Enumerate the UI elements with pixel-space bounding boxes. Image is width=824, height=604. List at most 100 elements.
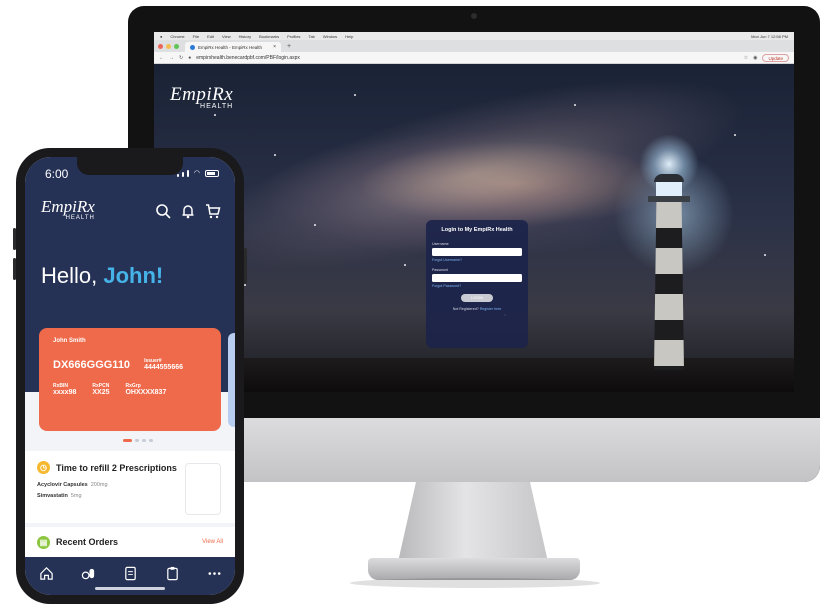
app-logo: EmpiRx HEALTH xyxy=(41,197,95,221)
lock-icon: ● xyxy=(188,54,192,61)
new-tab-icon[interactable]: + xyxy=(287,42,291,52)
register-prompt: Not Registered? Register here xyxy=(432,307,522,311)
more-icon[interactable] xyxy=(207,566,222,581)
password-input[interactable] xyxy=(432,274,522,282)
menu-tab[interactable]: Tab xyxy=(308,34,314,39)
card-member-id: DX666GGG110 xyxy=(53,359,131,371)
member-id-card[interactable]: John Smith DX666GGG110 Issuer# 444455566… xyxy=(39,328,221,431)
close-window-button[interactable] xyxy=(158,43,163,49)
next-card-peek[interactable] xyxy=(228,333,235,427)
menu-chrome[interactable]: Chrome xyxy=(170,34,184,39)
stand-shadow xyxy=(350,578,600,588)
camera-dot xyxy=(471,13,477,19)
profile-icon[interactable]: ◉ xyxy=(753,55,757,61)
app-logo-wordmark: EmpiRx xyxy=(41,197,95,216)
refill-title: Time to refill 2 Prescriptions xyxy=(56,462,177,473)
search-icon[interactable] xyxy=(155,203,171,219)
login-panel: Login to My EmpiRx Health Username Forgo… xyxy=(426,220,528,348)
clipboard-icon[interactable] xyxy=(165,566,180,581)
close-tab-icon[interactable]: × xyxy=(273,44,276,50)
product-showcase: ● Chrome File Edit View History Bookmark… xyxy=(0,0,824,604)
rxbin-value: xxxx98 xyxy=(53,389,77,396)
zoom-window-button[interactable] xyxy=(174,43,179,49)
pager-dot[interactable] xyxy=(149,439,153,442)
clock-icon: ◷ xyxy=(37,461,50,474)
bell-icon[interactable] xyxy=(180,203,196,219)
orders-icon: ▤ xyxy=(37,535,50,549)
phone-screen: 6:00 ◠ EmpiRx HEALTH Hello, John! John S… xyxy=(25,157,235,595)
back-icon[interactable]: ← xyxy=(159,55,164,61)
prescription-name: Acyclovir Capsules xyxy=(37,482,88,488)
user-name: John! xyxy=(103,263,164,288)
browser-tabbar: EmpiRx Health - EmpiRx Health × + xyxy=(154,40,794,52)
window-controls xyxy=(158,40,179,52)
wifi-icon: ◠ xyxy=(193,170,200,177)
volume-up-button xyxy=(13,228,16,250)
refill-reminder[interactable]: ◷ Time to refill 2 Prescriptions Acyclov… xyxy=(25,451,235,523)
forgot-username-link[interactable]: Forgot Username? xyxy=(432,258,522,262)
prescription-dose: 5mg xyxy=(70,493,82,499)
pager-dot[interactable] xyxy=(142,439,146,442)
empirx-logo[interactable]: EmpiRx HEALTH xyxy=(170,84,233,110)
monitor-screen: ● Chrome File Edit View History Bookmark… xyxy=(154,32,794,392)
username-label: Username xyxy=(432,242,449,246)
mac-menubar: ● Chrome File Edit View History Bookmark… xyxy=(154,32,794,40)
menu-view[interactable]: View xyxy=(222,34,231,39)
browser-tab[interactable]: EmpiRx Health - EmpiRx Health × xyxy=(185,42,281,52)
status-icons: ◠ xyxy=(176,169,219,177)
pager-dot-active[interactable] xyxy=(123,439,132,442)
phone-notch xyxy=(77,157,183,175)
status-time: 6:00 xyxy=(45,167,69,181)
header-actions xyxy=(155,203,221,219)
menu-bookmarks[interactable]: Bookmarks xyxy=(259,34,279,39)
pills-icon[interactable] xyxy=(81,566,96,581)
menubar-clock: Mon Jun 7 12:58 PM xyxy=(751,33,788,39)
forgot-password-link[interactable]: Forgot Password? xyxy=(432,284,522,288)
forward-icon[interactable]: → xyxy=(169,55,174,61)
battery-icon xyxy=(205,170,219,177)
login-page: EmpiRx HEALTH Login to My EmpiRx Health … xyxy=(154,64,794,392)
login-title: Login to My EmpiRx Health xyxy=(441,227,513,233)
view-all-link[interactable]: View All xyxy=(202,539,223,545)
menu-help[interactable]: Help xyxy=(345,34,353,39)
menu-history[interactable]: History xyxy=(239,34,251,39)
lighthouse-image xyxy=(634,134,704,392)
update-button[interactable]: Update xyxy=(762,53,789,62)
pill-bottle-icon xyxy=(185,463,221,515)
rxpcn-value: XX25 xyxy=(92,389,110,396)
pager-dot[interactable] xyxy=(135,439,139,442)
card-member-name: John Smith xyxy=(53,338,86,344)
menu-profiles[interactable]: Profiles xyxy=(287,34,300,39)
home-indicator[interactable] xyxy=(95,587,165,590)
greeting: Hello, John! xyxy=(41,263,163,289)
rxgrp-value: OHXXXX837 xyxy=(125,389,167,396)
document-icon[interactable] xyxy=(123,566,138,581)
bookmark-star-icon[interactable]: ☆ xyxy=(744,55,748,61)
monitor-stand-neck xyxy=(398,482,548,562)
power-button xyxy=(244,248,247,284)
register-link[interactable]: Register here xyxy=(480,307,502,311)
apple-icon[interactable]: ● xyxy=(160,34,162,39)
card-pager xyxy=(123,439,153,442)
menu-file[interactable]: File xyxy=(193,34,199,39)
login-button[interactable]: LOGIN xyxy=(461,294,493,302)
menu-edit[interactable]: Edit xyxy=(207,34,214,39)
not-registered-text: Not Registered? xyxy=(452,307,479,311)
menu-window[interactable]: Window xyxy=(323,34,337,39)
minimize-window-button[interactable] xyxy=(166,43,171,49)
home-icon[interactable] xyxy=(39,566,54,581)
password-label: Password xyxy=(432,268,448,272)
issuer-value: 4444555666 xyxy=(144,364,183,371)
reload-icon[interactable]: ↻ xyxy=(179,55,183,61)
url-field[interactable]: empirxhealth.benecardpbf.com/PBF/login.a… xyxy=(196,55,738,61)
smartphone: 6:00 ◠ EmpiRx HEALTH Hello, John! John S… xyxy=(13,148,247,604)
cart-icon[interactable] xyxy=(205,203,221,219)
address-bar: ← → ↻ ● empirxhealth.benecardpbf.com/PBF… xyxy=(154,52,794,64)
username-input[interactable] xyxy=(432,248,522,256)
signal-icon xyxy=(176,174,179,177)
favicon-icon xyxy=(190,44,195,50)
monitor-stand-foot xyxy=(368,558,580,580)
greeting-text: Hello, xyxy=(41,263,98,288)
recent-orders-title: Recent Orders xyxy=(56,537,119,547)
prescription-dose: 200mg xyxy=(90,482,108,488)
